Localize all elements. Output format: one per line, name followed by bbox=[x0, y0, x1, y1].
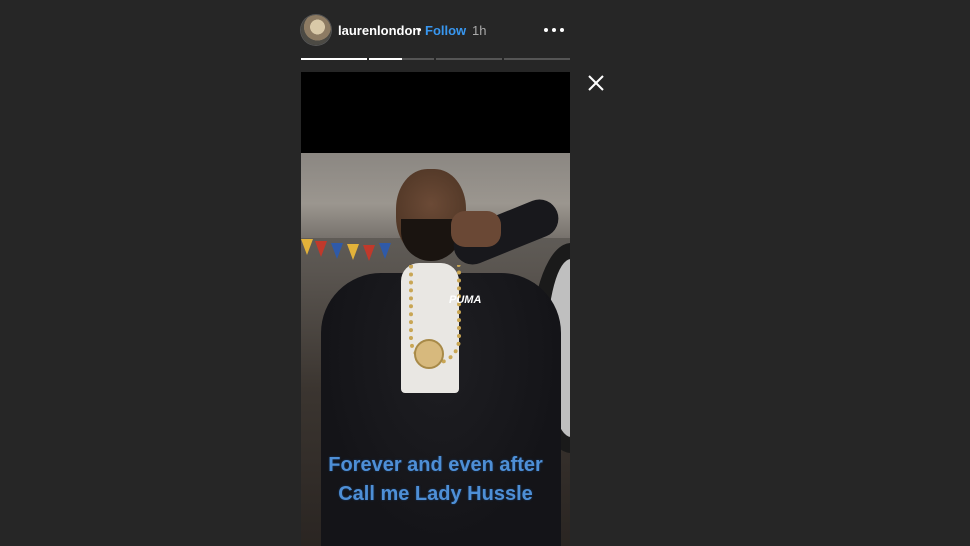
story-viewer[interactable]: PUMA Forever and even after Call me Lady… bbox=[301, 72, 570, 546]
avatar[interactable] bbox=[301, 15, 331, 45]
username[interactable]: laurenlondon bbox=[338, 23, 420, 38]
progress-segment-2 bbox=[369, 58, 434, 60]
jacket-logo: PUMA bbox=[449, 294, 482, 306]
progress-fill bbox=[301, 58, 367, 60]
follow-button[interactable]: Follow bbox=[425, 23, 466, 38]
progress-segment-1 bbox=[301, 58, 367, 60]
caption-line-1: Forever and even after bbox=[328, 454, 543, 476]
separator-dot: • bbox=[417, 22, 422, 37]
progress-fill bbox=[369, 58, 402, 60]
person-fist bbox=[451, 211, 501, 247]
more-options-icon[interactable] bbox=[542, 17, 566, 41]
progress-segment-4 bbox=[504, 58, 570, 60]
close-icon[interactable] bbox=[585, 72, 607, 94]
timestamp: 1h bbox=[472, 23, 487, 38]
caption-line-2: Call me Lady Hussle bbox=[338, 483, 533, 505]
gold-medallion bbox=[414, 339, 444, 369]
story-header: laurenlondon • Follow 1h bbox=[301, 14, 571, 48]
progress-segment-3 bbox=[436, 58, 502, 60]
